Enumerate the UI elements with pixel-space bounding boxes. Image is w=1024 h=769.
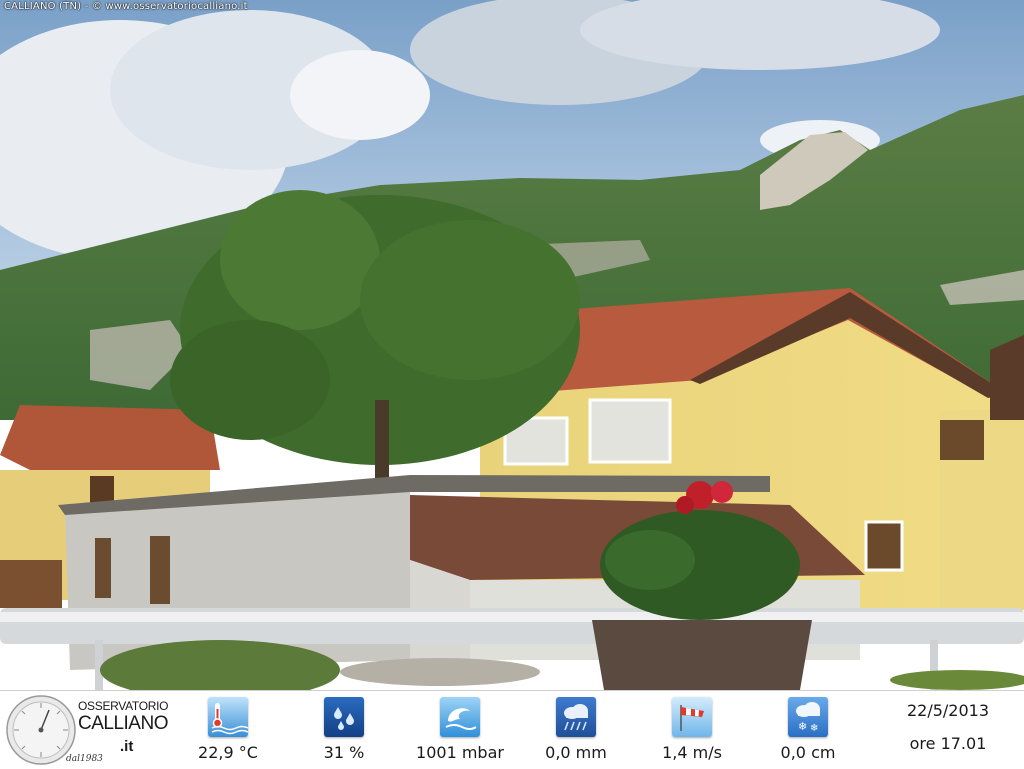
pressure-value: 1001 mbar [416, 743, 504, 762]
thermometer-water-icon [208, 697, 248, 737]
weather-status-bar: OSSERVATORIO CALLIANO .it dal1983 22,9 °… [0, 690, 1024, 768]
wind-reading: 1,4 m/s [634, 691, 750, 769]
humidity-reading: 31 % [286, 691, 402, 769]
humidity-drops-icon [324, 697, 364, 737]
svg-text:❄: ❄ [810, 723, 818, 734]
svg-text:❄: ❄ [798, 720, 807, 733]
rain-reading: 0,0 mm [518, 691, 634, 769]
rain-value: 0,0 mm [545, 743, 607, 762]
logo-since-text: dal1983 [66, 754, 103, 764]
logo-domain-suffix: .it [120, 738, 134, 755]
temperature-reading: 22,9 °C [170, 691, 286, 769]
windsock-icon [672, 697, 712, 737]
logo-title-line2: CALLIANO [78, 713, 168, 734]
webcam-caption: CALLIANO (TN) - © www.osservatoriocallia… [4, 1, 248, 12]
pressure-reading: 1001 mbar [402, 691, 518, 769]
webcam-scene [0, 0, 1024, 690]
pressure-wave-icon [440, 697, 480, 737]
observatory-logo[interactable]: OSSERVATORIO CALLIANO .it dal1983 [2, 691, 169, 769]
webcam-photo [0, 0, 1024, 690]
logo-title-line1: OSSERVATORIO [78, 699, 169, 713]
snow-reading: ❄ ❄ 0,0 cm [750, 691, 866, 769]
observation-time: ore 17.01 [909, 734, 987, 753]
rain-cloud-icon [556, 697, 596, 737]
snow-value: 0,0 cm [780, 743, 836, 762]
temperature-value: 22,9 °C [198, 743, 258, 762]
humidity-value: 31 % [323, 743, 365, 762]
observation-date: 22/5/2013 [906, 701, 990, 720]
snow-cloud-icon: ❄ ❄ [788, 697, 828, 737]
wind-value: 1,4 m/s [662, 743, 722, 762]
